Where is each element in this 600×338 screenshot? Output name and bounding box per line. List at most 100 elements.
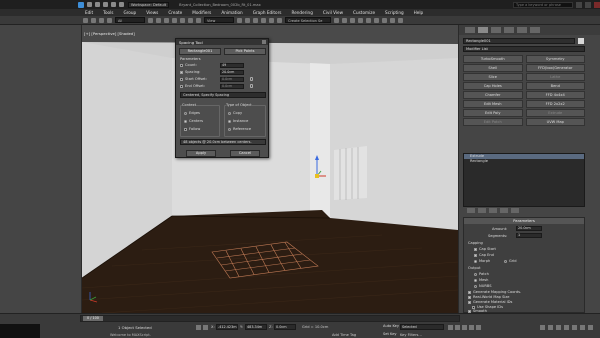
menu-civil-view[interactable]: Civil View xyxy=(323,10,343,15)
absolute-mode-icon[interactable] xyxy=(203,325,208,330)
count-field[interactable]: 49 xyxy=(220,63,244,68)
spinner-snap-icon[interactable] xyxy=(269,17,274,23)
gen-mapping-checkbox[interactable]: Generate Mapping Coords. xyxy=(468,290,521,294)
time-slider[interactable]: 0 / 100 xyxy=(80,315,460,322)
modifier-button[interactable]: Edit Patch xyxy=(463,118,523,126)
modifier-button[interactable]: Bend xyxy=(525,82,585,90)
reference-coord-dropdown[interactable]: View xyxy=(204,17,234,23)
x-coordinate[interactable]: -412.423m xyxy=(216,324,238,330)
select-by-name-icon[interactable] xyxy=(156,17,161,23)
menu-graph-editors[interactable]: Graph Editors xyxy=(253,10,282,15)
zoom-icon[interactable] xyxy=(540,325,545,330)
menu-group[interactable]: Group xyxy=(123,10,136,15)
menu-scripting[interactable]: Scripting xyxy=(385,10,404,15)
stack-item-rectangle[interactable]: Rectangle xyxy=(464,159,584,164)
set-key-button[interactable]: Set Key xyxy=(383,332,397,336)
modifier-button[interactable]: Cap Holes xyxy=(463,82,523,90)
undo-tool-icon[interactable] xyxy=(83,17,88,23)
redo-tool-icon[interactable] xyxy=(91,17,96,23)
count-checkbox[interactable]: Count: xyxy=(180,63,197,67)
pan-icon[interactable] xyxy=(572,325,577,330)
spacing-field[interactable]: 20.0cm xyxy=(220,70,244,75)
pivot-icon[interactable] xyxy=(237,17,242,23)
show-end-result-icon[interactable] xyxy=(478,208,486,213)
add-time-tag[interactable]: Add Time Tag xyxy=(332,333,356,337)
reference-option[interactable]: Reference xyxy=(228,127,251,131)
field-of-view-icon[interactable] xyxy=(564,325,569,330)
modifier-button[interactable]: Slice xyxy=(463,73,523,81)
modifier-button[interactable]: FFD 4x4x4 xyxy=(525,91,585,99)
object-name-field[interactable]: Rectangle001 xyxy=(463,38,575,44)
menu-views[interactable]: Views xyxy=(146,10,158,15)
apply-button[interactable]: Apply xyxy=(186,150,216,157)
spacing-checkbox[interactable]: Spacing: xyxy=(180,70,201,74)
schematic-icon[interactable] xyxy=(366,17,371,23)
nurbs-option[interactable]: NURBS xyxy=(474,284,492,288)
menu-tools[interactable]: Tools xyxy=(103,10,113,15)
end-offset-checkbox[interactable]: End Offset: xyxy=(180,84,205,88)
render-frame-icon[interactable] xyxy=(390,17,395,23)
zoom-all-icon[interactable] xyxy=(548,325,553,330)
grid-option[interactable]: Grid xyxy=(504,259,517,263)
modifier-button[interactable]: Chamfer xyxy=(463,91,523,99)
mesh-option[interactable]: Mesh xyxy=(474,278,488,282)
workspace-dropdown[interactable]: Workspace: Default xyxy=(128,1,170,8)
modifier-list-dropdown[interactable]: Modifier List xyxy=(463,46,585,52)
modify-tab-icon[interactable] xyxy=(478,27,488,33)
menu-edit[interactable]: Edit xyxy=(85,10,93,15)
selection-set-dropdown[interactable]: Create Selection Se xyxy=(285,17,331,23)
new-file-icon[interactable] xyxy=(87,1,92,7)
start-offset-field[interactable]: 0.0cm xyxy=(220,77,244,82)
viewport-label[interactable]: [+] [Perspective] [Shaded] xyxy=(84,31,135,36)
z-coordinate[interactable]: 0.0cm xyxy=(274,324,296,330)
display-tab-icon[interactable] xyxy=(517,27,527,33)
menu-help[interactable]: Help xyxy=(414,10,424,15)
perspective-viewport[interactable]: [+] [Perspective] [Shaded] Spacing Tool … xyxy=(82,30,458,313)
modifier-button[interactable]: Extrude xyxy=(525,109,585,117)
hierarchy-tab-icon[interactable] xyxy=(491,27,501,33)
material-editor-icon[interactable] xyxy=(374,17,379,23)
modifier-button[interactable]: Edit Poly xyxy=(463,109,523,117)
follow-checkbox[interactable]: Follow xyxy=(184,127,200,131)
key-set-dropdown[interactable]: Selected xyxy=(400,324,444,330)
dialog-close-icon[interactable] xyxy=(262,40,266,44)
start-offset-checkbox[interactable]: Start Offset: xyxy=(180,77,207,81)
orbit-icon[interactable] xyxy=(580,325,585,330)
parameters-header[interactable]: Parameters xyxy=(464,218,584,224)
close-icon[interactable] xyxy=(594,1,600,8)
app-logo-icon[interactable] xyxy=(78,1,84,8)
align-icon[interactable] xyxy=(342,17,347,23)
undo-icon[interactable] xyxy=(111,1,116,7)
create-tab-icon[interactable] xyxy=(465,27,475,33)
amount-spinner[interactable]: 20.0cm xyxy=(516,226,542,231)
end-offset-field[interactable]: 0.0cm xyxy=(220,84,244,89)
redo-icon[interactable] xyxy=(119,1,124,7)
y-coordinate[interactable]: 483.34m xyxy=(245,324,267,330)
gen-material-checkbox[interactable]: Generate Material IDs xyxy=(468,300,512,304)
modifier-button[interactable]: FFD(box)Generator xyxy=(525,64,585,72)
instance-option[interactable]: Instance xyxy=(228,119,248,123)
select-icon[interactable] xyxy=(148,17,153,23)
utilities-tab-icon[interactable] xyxy=(530,27,540,33)
modifier-button[interactable]: Symmetry xyxy=(525,55,585,63)
start-lock-icon[interactable] xyxy=(250,77,253,81)
copy-option[interactable]: Copy xyxy=(228,111,242,115)
auto-key-button[interactable]: Auto Key xyxy=(383,324,399,328)
dialog-title-bar[interactable]: Spacing Tool xyxy=(176,39,268,45)
maximize-icon[interactable] xyxy=(585,1,591,8)
link-icon[interactable] xyxy=(99,17,104,23)
layer-icon[interactable] xyxy=(350,17,355,23)
menu-animation[interactable]: Animation xyxy=(221,10,242,15)
next-frame-icon[interactable] xyxy=(469,325,474,330)
key-filters-button[interactable]: Key Filters... xyxy=(400,333,422,337)
segments-spinner[interactable]: 1 xyxy=(516,233,542,238)
goto-start-icon[interactable] xyxy=(448,325,453,330)
rect-select-icon[interactable] xyxy=(164,17,169,23)
selection-filter-dropdown[interactable]: All xyxy=(115,17,145,23)
cancel-button[interactable]: Cancel xyxy=(230,150,260,157)
prev-frame-icon[interactable] xyxy=(455,325,460,330)
render-icon[interactable] xyxy=(398,17,403,23)
edges-option[interactable]: Edges xyxy=(184,111,200,115)
goto-end-icon[interactable] xyxy=(476,325,481,330)
menu-create[interactable]: Create xyxy=(168,10,182,15)
